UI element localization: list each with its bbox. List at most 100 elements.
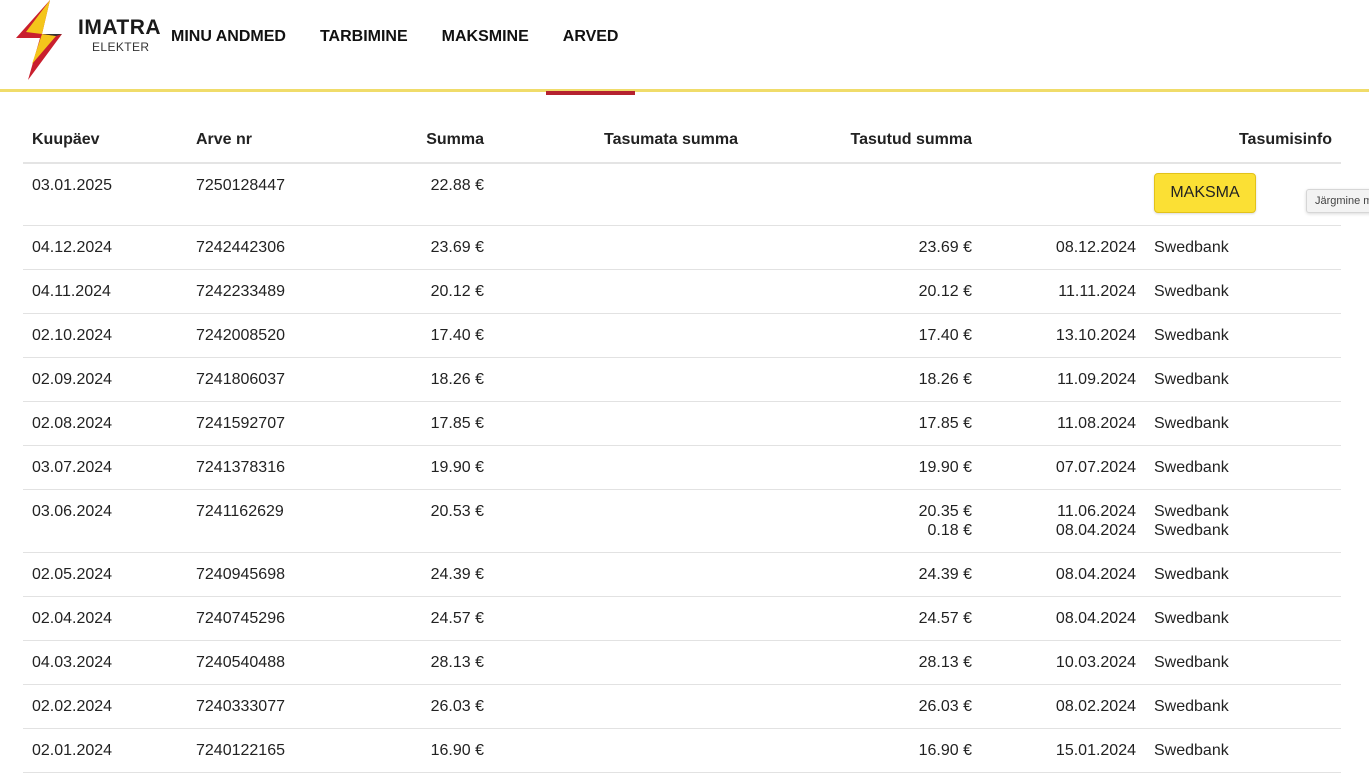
payment-bank: Swedbank bbox=[1154, 371, 1229, 388]
table-row[interactable]: 02.05.2024 7240945698 24.39 €24.39 €08.04.… bbox=[23, 552, 1341, 597]
cell-date: 02.01.2024 bbox=[23, 728, 187, 773]
cell-payment-info: Swedbank bbox=[1145, 313, 1341, 358]
cell-sum: 24.39 € bbox=[321, 552, 493, 597]
payment-date: 07.07.2024 bbox=[1055, 459, 1136, 476]
table-row[interactable]: 02.04.2024 7240745296 24.57 €24.57 €08.04.… bbox=[23, 596, 1341, 641]
table-row[interactable]: 04.03.2024 7240540488 28.13 €28.13 €10.03.… bbox=[23, 640, 1341, 685]
table-row[interactable]: 04.11.2024 7242233489 20.12 €20.12 €11.11.… bbox=[23, 269, 1341, 314]
paid-amount: 17.40 € bbox=[918, 327, 972, 344]
main-nav: MINU ANDMED TARBIMINE MAKSMINE ARVED bbox=[154, 0, 636, 95]
payment-bank: Swedbank bbox=[1154, 415, 1229, 432]
brand-logo[interactable]: IMATRA ELEKTER bbox=[12, 0, 161, 84]
table-row[interactable]: 03.01.2025 7250128447 22.88 € MAKSMA bbox=[23, 163, 1341, 226]
table-row[interactable]: 02.09.2024 7241806037 18.26 €18.26 €11.09.… bbox=[23, 357, 1341, 402]
cell-unpaid-sum bbox=[493, 225, 747, 270]
cell-unpaid-sum bbox=[493, 401, 747, 446]
header-payment-info[interactable]: Tasumisinfo bbox=[1145, 118, 1341, 164]
cell-sum: 23.69 € bbox=[321, 225, 493, 270]
table-row[interactable]: 02.02.2024 7240333077 26.03 €26.03 €08.02.… bbox=[23, 684, 1341, 729]
cell-payment-info: Swedbank bbox=[1145, 357, 1341, 402]
invoice-table-container: Kuupäev Arve nr Summa Tasumata summa Tas… bbox=[23, 118, 1341, 773]
cell-paid-sum: 19.90 € bbox=[747, 445, 981, 490]
nav-item-arved[interactable]: ARVED bbox=[545, 0, 636, 95]
table-header-row: Kuupäev Arve nr Summa Tasumata summa Tas… bbox=[23, 118, 1341, 164]
payment-date: 08.02.2024 bbox=[1055, 698, 1136, 715]
payment-date: 08.04.2024 bbox=[1055, 522, 1136, 539]
nav-item-minu-andmed[interactable]: MINU ANDMED bbox=[154, 0, 303, 92]
cell-payment-info: Swedbank bbox=[1145, 640, 1341, 685]
header-invoice-number[interactable]: Arve nr bbox=[187, 118, 321, 164]
nav-item-tarbimine[interactable]: TARBIMINE bbox=[303, 0, 425, 92]
cell-invoice-number: 7240745296 bbox=[187, 596, 321, 641]
cell-date: 02.04.2024 bbox=[23, 596, 187, 641]
cell-payment-date: 08.04.2024 bbox=[981, 596, 1145, 641]
cell-unpaid-sum bbox=[493, 728, 747, 773]
table-row[interactable]: 02.10.2024 7242008520 17.40 €17.40 €13.10.… bbox=[23, 313, 1341, 358]
cell-sum: 20.53 € bbox=[321, 489, 493, 553]
table-row[interactable]: 03.07.2024 7241378316 19.90 €19.90 €07.07.… bbox=[23, 445, 1341, 490]
payment-date: 11.06.2024 bbox=[1057, 503, 1136, 520]
payment-bank: Swedbank bbox=[1154, 610, 1229, 627]
cell-date: 02.10.2024 bbox=[23, 313, 187, 358]
cell-sum: 28.13 € bbox=[321, 640, 493, 685]
payment-bank: Swedbank bbox=[1154, 503, 1229, 520]
nav-item-maksmine[interactable]: MAKSMINE bbox=[425, 0, 546, 92]
cell-date: 03.01.2025 bbox=[23, 163, 187, 226]
header-date[interactable]: Kuupäev bbox=[23, 118, 187, 164]
header-unpaid-sum[interactable]: Tasumata summa bbox=[493, 118, 747, 164]
cell-unpaid-sum bbox=[493, 489, 747, 553]
cell-invoice-number: 7241378316 bbox=[187, 445, 321, 490]
cell-payment-info: Swedbank bbox=[1145, 684, 1341, 729]
table-row[interactable]: 02.08.2024 7241592707 17.85 €17.85 €11.08.… bbox=[23, 401, 1341, 446]
payment-date: 08.04.2024 bbox=[1055, 610, 1136, 627]
payment-date: 11.11.2024 bbox=[1058, 283, 1136, 300]
cell-unpaid-sum bbox=[493, 163, 747, 226]
cell-payment-date: 11.09.2024 bbox=[981, 357, 1145, 402]
header-sum[interactable]: Summa bbox=[321, 118, 493, 164]
cell-invoice-number: 7240945698 bbox=[187, 552, 321, 597]
cell-payment-date: 07.07.2024 bbox=[981, 445, 1145, 490]
cell-date: 03.07.2024 bbox=[23, 445, 187, 490]
header-spacer bbox=[981, 118, 1145, 164]
pay-button[interactable]: MAKSMA bbox=[1154, 173, 1256, 213]
cell-unpaid-sum bbox=[493, 640, 747, 685]
cell-payment-date: 08.12.2024 bbox=[981, 225, 1145, 270]
cell-invoice-number: 7242008520 bbox=[187, 313, 321, 358]
cell-invoice-number: 7240122165 bbox=[187, 728, 321, 773]
cell-payment-date: 15.01.2024 bbox=[981, 728, 1145, 773]
cell-sum: 22.88 € bbox=[321, 163, 493, 226]
header-paid-sum[interactable]: Tasutud summa bbox=[747, 118, 981, 164]
cell-paid-sum: 17.40 € bbox=[747, 313, 981, 358]
cell-sum: 20.12 € bbox=[321, 269, 493, 314]
cell-paid-sum bbox=[747, 163, 981, 226]
cell-payment-date: 08.04.2024 bbox=[981, 552, 1145, 597]
paid-amount: 24.39 € bbox=[918, 566, 972, 583]
cell-payment-date: 08.02.2024 bbox=[981, 684, 1145, 729]
invoice-rows: 03.01.2025 7250128447 22.88 € MAKSMA 04.12.2… bbox=[23, 163, 1341, 773]
cell-date: 04.12.2024 bbox=[23, 225, 187, 270]
cell-paid-sum: 26.03 € bbox=[747, 684, 981, 729]
cell-invoice-number: 7242442306 bbox=[187, 225, 321, 270]
table-row[interactable]: 02.01.2024 7240122165 16.90 €16.90 €15.01.… bbox=[23, 728, 1341, 773]
table-row[interactable]: 04.12.2024 7242442306 23.69 €23.69 €08.12.… bbox=[23, 225, 1341, 270]
cell-payment-date: 11.11.2024 bbox=[981, 269, 1145, 314]
cell-payment-info: Swedbank bbox=[1145, 728, 1341, 773]
cell-unpaid-sum bbox=[493, 357, 747, 402]
next-page-tooltip: Järgmine m bbox=[1306, 189, 1369, 213]
payment-bank: Swedbank bbox=[1154, 283, 1229, 300]
cell-payment-info: Swedbank bbox=[1145, 401, 1341, 446]
paid-amount: 18.26 € bbox=[918, 371, 972, 388]
paid-amount: 0.18 € bbox=[927, 522, 972, 539]
cell-sum: 17.40 € bbox=[321, 313, 493, 358]
payment-date: 15.01.2024 bbox=[1055, 742, 1136, 759]
table-row[interactable]: 03.06.2024 7241162629 20.53 € 20.35 € 0.18 €… bbox=[23, 489, 1341, 553]
cell-unpaid-sum bbox=[493, 596, 747, 641]
payment-date: 11.08.2024 bbox=[1057, 415, 1136, 432]
cell-invoice-number: 7242233489 bbox=[187, 269, 321, 314]
cell-unpaid-sum bbox=[493, 445, 747, 490]
cell-payment-date: 11.06.2024 08.04.2024 bbox=[981, 489, 1145, 553]
cell-invoice-number: 7241592707 bbox=[187, 401, 321, 446]
payment-bank: Swedbank bbox=[1154, 239, 1229, 256]
invoice-table: Kuupäev Arve nr Summa Tasumata summa Tas… bbox=[23, 118, 1341, 773]
payment-bank: Swedbank bbox=[1154, 698, 1229, 715]
